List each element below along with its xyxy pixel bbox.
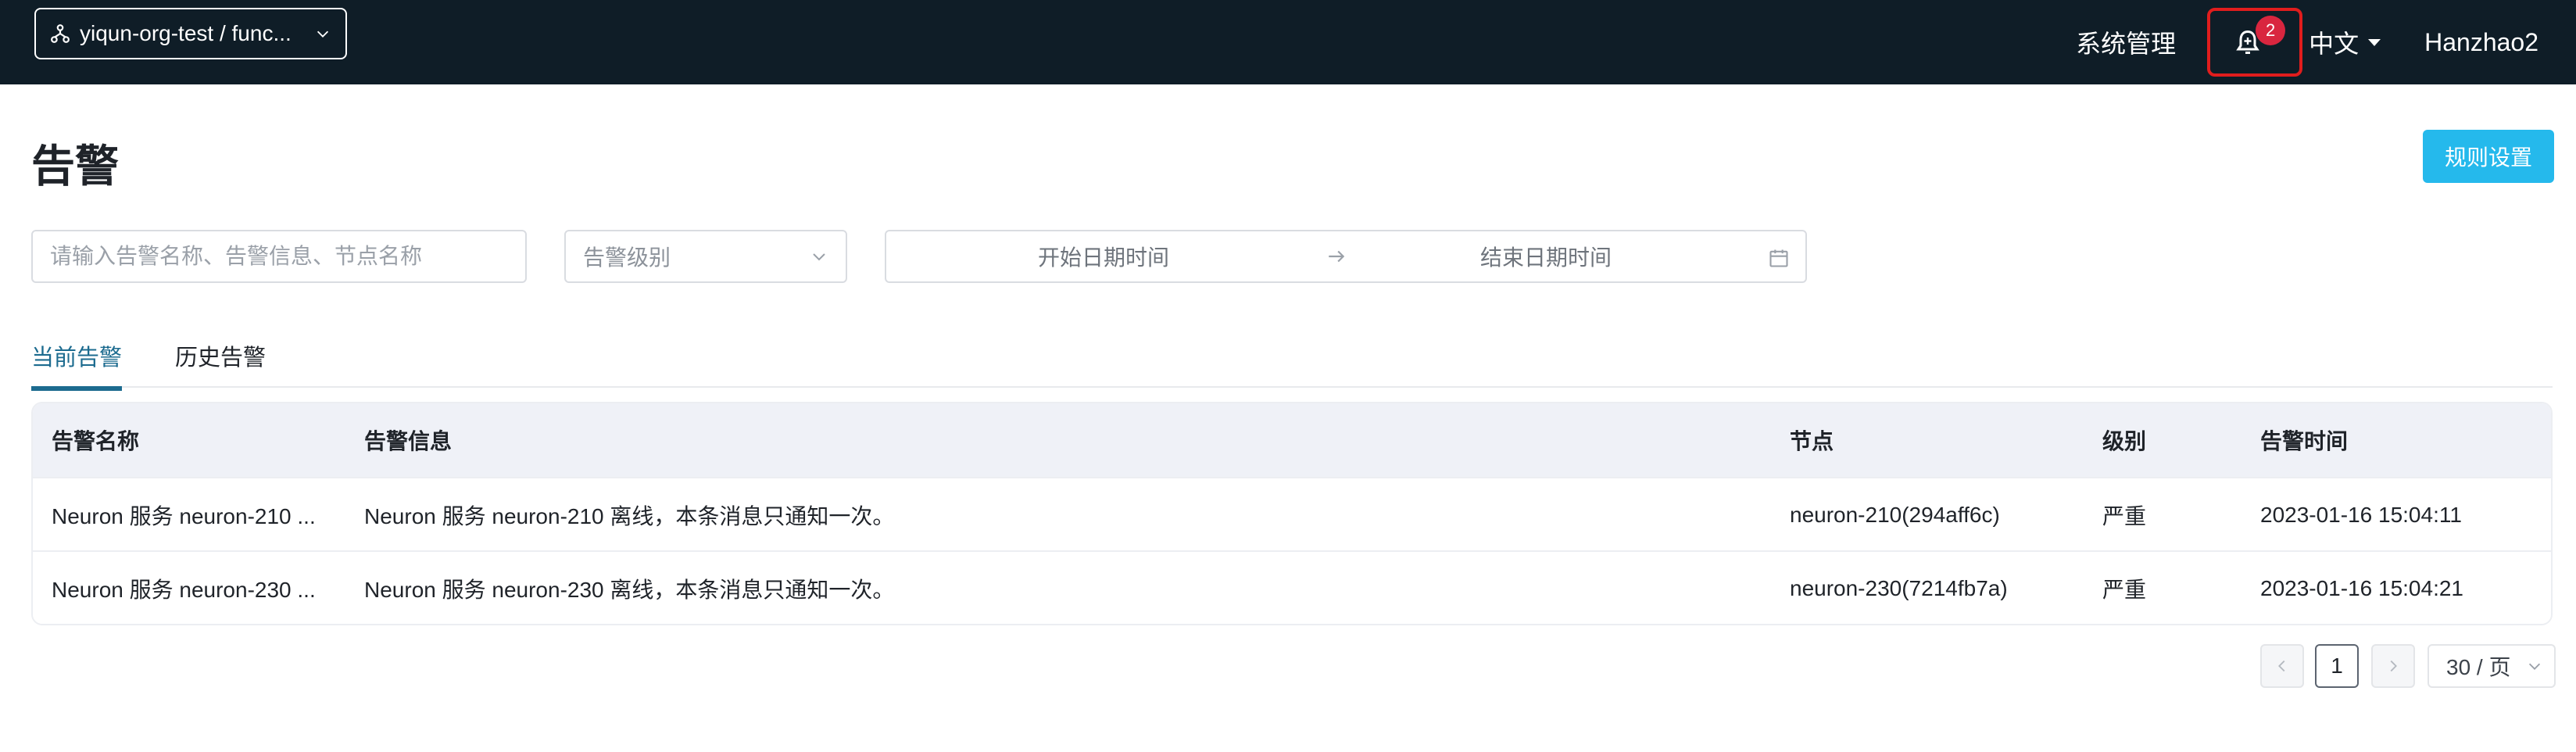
- alarm-level-select[interactable]: 告警级别: [564, 230, 847, 283]
- table-row: Neuron 服务 neuron-230 ... Neuron 服务 neuro…: [33, 550, 2551, 624]
- alarm-node-cell: neuron-230(7214fb7a): [1790, 576, 2008, 600]
- column-header-info: 告警信息: [364, 429, 453, 453]
- top-navigation-bar: yiqun-org-test / func... 系统管理 2 中文 Hanzh…: [0, 0, 2576, 84]
- caret-down-icon: [2368, 38, 2381, 46]
- table-row: Neuron 服务 neuron-210 ... Neuron 服务 neuro…: [33, 477, 2551, 550]
- alarm-name-cell: Neuron 服务 neuron-210 ...: [52, 504, 316, 528]
- alarm-info-cell: Neuron 服务 neuron-230 离线，本条消息只通知一次。: [364, 578, 895, 602]
- language-label: 中文: [2309, 30, 2360, 58]
- notification-count-badge: 2: [2256, 16, 2286, 45]
- alarm-info-cell: Neuron 服务 neuron-210 离线，本条消息只通知一次。: [364, 504, 895, 528]
- org-project-selector[interactable]: yiqun-org-test / func...: [34, 8, 347, 59]
- calendar-icon: [1769, 249, 1788, 267]
- alarm-node-cell: neuron-210(294aff6c): [1790, 503, 2000, 527]
- alarm-level-placeholder: 告警级别: [583, 245, 671, 270]
- previous-page-button[interactable]: [2260, 644, 2304, 688]
- column-header-time: 告警时间: [2260, 429, 2349, 453]
- org-selector-label: yiqun-org-test / func...: [80, 21, 292, 45]
- page-size-select[interactable]: 30 / 页: [2428, 644, 2556, 688]
- page-size-label: 30 / 页: [2446, 655, 2511, 679]
- alarm-time-cell: 2023-01-16 15:04:21: [2260, 576, 2463, 600]
- tab-current-alarms[interactable]: 当前告警: [31, 339, 123, 391]
- alarm-level-cell: 严重: [2102, 504, 2147, 528]
- date-range-picker[interactable]: 开始日期时间 结束日期时间: [885, 230, 1807, 283]
- alarm-time-cell: 2023-01-16 15:04:11: [2260, 503, 2462, 527]
- start-date-field[interactable]: 开始日期时间: [886, 241, 1321, 272]
- chevron-left-icon: [2278, 660, 2285, 672]
- end-date-field[interactable]: 结束日期时间: [1352, 241, 1740, 272]
- system-management-link[interactable]: 系统管理: [2076, 24, 2176, 60]
- org-icon: [51, 24, 70, 43]
- column-header-level: 级别: [2102, 429, 2147, 453]
- page-number-button[interactable]: 1: [2315, 644, 2359, 688]
- alarm-tabs: 当前告警 历史告警: [31, 328, 2553, 391]
- tab-history-alarms[interactable]: 历史告警: [175, 339, 266, 389]
- chevron-down-icon: [813, 253, 825, 261]
- next-page-button[interactable]: [2371, 644, 2415, 688]
- column-header-name: 告警名称: [52, 429, 140, 453]
- alarm-name-cell: Neuron 服务 neuron-230 ...: [52, 578, 316, 602]
- top-right-actions: 系统管理 2 中文 Hanzhao2: [2076, 0, 2538, 84]
- user-menu[interactable]: Hanzhao2: [2424, 28, 2538, 57]
- arrow-right-icon: [1321, 246, 1352, 267]
- search-input[interactable]: [31, 230, 527, 283]
- alarm-level-cell: 严重: [2102, 578, 2147, 602]
- chevron-right-icon: [2390, 660, 2397, 672]
- column-header-node: 节点: [1790, 429, 1834, 453]
- page-title: 告警: [31, 141, 119, 191]
- table-header: 告警名称 告警信息 节点 级别 告警时间: [33, 403, 2551, 477]
- language-selector[interactable]: 中文: [2309, 24, 2381, 60]
- rule-settings-button[interactable]: 规则设置: [2423, 130, 2554, 183]
- chevron-down-icon: [2528, 663, 2541, 670]
- notifications-button[interactable]: 2: [2207, 8, 2303, 77]
- chevron-down-icon: [317, 30, 329, 38]
- alarm-table: 告警名称 告警信息 节点 级别 告警时间 Neuron 服务 neuron-21…: [31, 402, 2553, 625]
